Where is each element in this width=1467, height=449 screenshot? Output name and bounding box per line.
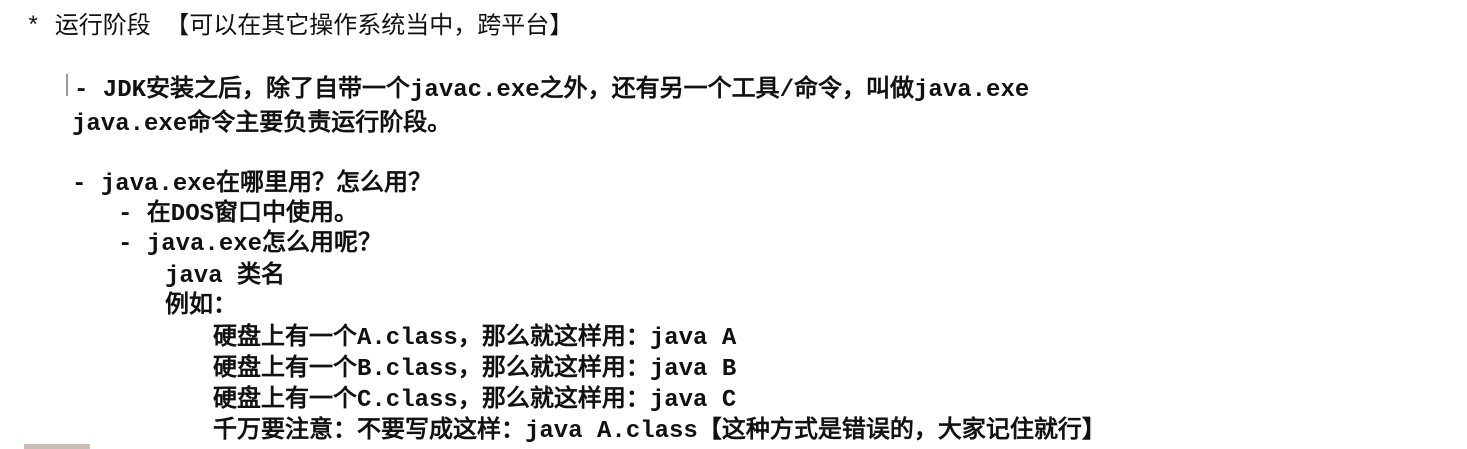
text-line: - JDK安装之后，除了自带一个javac.exe之外，还有另一个工具/命令，叫… [74, 77, 1030, 104]
text-line: java 类名 [165, 263, 286, 290]
scroll-indicator [24, 444, 90, 449]
text-line: - java.exe怎么用呢？ [118, 231, 383, 258]
text-line: 千万要注意：不要写成这样：java A.class【这种方式是错误的，大家记住就… [213, 418, 1106, 445]
section-heading: * 运行阶段 【可以在其它操作系统当中，跨平台】 [26, 14, 574, 41]
text-line: 硬盘上有一个B.class，那么就这样用：java B [213, 356, 737, 383]
text-line: java.exe命令主要负责运行阶段。 [72, 111, 452, 138]
text-line: - java.exe在哪里用？怎么用？ [72, 171, 433, 198]
text-line: 硬盘上有一个C.class，那么就这样用：java C [213, 387, 737, 414]
text-line: 例如： [165, 293, 237, 320]
text-line: 硬盘上有一个A.class，那么就这样用：java A [213, 325, 737, 352]
text-line: - 在DOS窗口中使用。 [118, 201, 359, 228]
